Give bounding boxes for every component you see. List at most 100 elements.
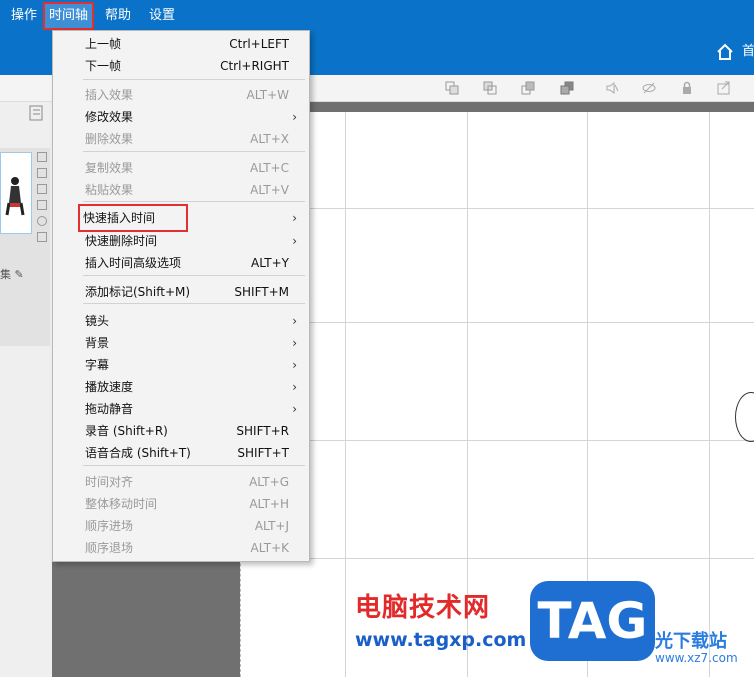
- menu-item-label: 字幕: [85, 358, 110, 372]
- menu-item-18[interactable]: 语音合成 (Shift+T) SHIFT+T: [53, 442, 309, 464]
- menu-item-shortcut: ALT+X: [250, 132, 289, 146]
- menu-item-12[interactable]: 镜头 ›: [53, 310, 309, 332]
- menu-item-10[interactable]: 插入时间高级选项 ALT+Y: [53, 252, 309, 274]
- bring-forward-icon[interactable]: [521, 81, 535, 95]
- watermark-site-url: www.xz7.com: [655, 651, 738, 665]
- grid-line: [241, 440, 754, 441]
- lock-icon[interactable]: [680, 81, 694, 95]
- list-icon[interactable]: [28, 104, 48, 122]
- grid-line: [241, 322, 754, 323]
- watermark-url: www.tagxp.com: [355, 629, 527, 651]
- menu-item-8[interactable]: 快速插入时间 ›: [53, 204, 309, 232]
- submenu-arrow-icon: ›: [292, 234, 297, 248]
- menu-item-label: 插入效果: [85, 88, 134, 102]
- menu-item-label: 复制效果: [85, 161, 134, 175]
- menu-item-6: 复制效果 ALT+C: [53, 157, 309, 179]
- menu-item-shortcut: ALT+G: [249, 475, 289, 489]
- scene-list-panel: 集 ✎: [0, 102, 52, 677]
- star-icon[interactable]: [37, 216, 47, 226]
- menu-item-shortcut: ALT+C: [249, 161, 289, 175]
- send-backward-icon[interactable]: [560, 81, 574, 95]
- menu-item-4[interactable]: 修改效果 ›: [53, 106, 309, 128]
- watermark-site-name: 光下载站: [655, 631, 727, 652]
- watermark: 电脑技术网 www.tagxp.com TAG 光下载站 www.xz7.com: [355, 581, 754, 677]
- watermark-title: 电脑技术网: [355, 593, 491, 623]
- menu-item-label: 删除效果: [85, 132, 134, 146]
- menu-item-3: 插入效果 ALT+W: [53, 84, 309, 106]
- menu-item-14[interactable]: 字幕 ›: [53, 354, 309, 376]
- grid-line: [241, 558, 754, 559]
- menu-timeline[interactable]: 时间轴: [42, 2, 95, 30]
- submenu-arrow-icon: ›: [292, 336, 297, 350]
- menu-item-17[interactable]: 录音 (Shift+R) SHIFT+R: [53, 420, 309, 442]
- menu-item-label: 播放速度: [85, 380, 134, 394]
- menu-item-label: 快速插入时间: [77, 204, 189, 232]
- menu-separator: [83, 79, 305, 80]
- menu-separator: [83, 303, 305, 304]
- menu-item-13[interactable]: 背景 ›: [53, 332, 309, 354]
- menu-item-label: 下一帧: [85, 59, 122, 73]
- menu-item-5: 删除效果 ALT+X: [53, 128, 309, 150]
- menu-help[interactable]: 帮助: [100, 3, 136, 29]
- submenu-arrow-icon: ›: [292, 380, 297, 394]
- menu-separator: [83, 465, 305, 466]
- layer-back-icon[interactable]: [483, 81, 497, 95]
- scene-name: 集 ✎: [0, 268, 24, 281]
- menu-item-label: 插入时间高级选项: [85, 256, 182, 270]
- menu-item-label: 快速删除时间: [85, 234, 158, 248]
- hide-icon[interactable]: [642, 81, 656, 95]
- layer-front-icon[interactable]: [445, 81, 459, 95]
- submenu-arrow-icon: ›: [292, 314, 297, 328]
- menu-item-20: 整体移动时间 ALT+H: [53, 493, 309, 515]
- menu-item-label: 镜头: [85, 314, 110, 328]
- menu-item-shortcut: ALT+V: [250, 183, 289, 197]
- menu-item-label: 拖动静音: [85, 402, 134, 416]
- menu-item-7: 粘贴效果 ALT+V: [53, 179, 309, 201]
- menu-item-2[interactable]: 下一帧 Ctrl+RIGHT: [53, 55, 309, 77]
- scene-thumbnail[interactable]: [0, 152, 32, 234]
- submenu-arrow-icon: ›: [292, 402, 297, 416]
- menu-item-shortcut: ALT+W: [246, 88, 290, 102]
- menu-item-label: 顺序退场: [85, 541, 134, 555]
- menu-item-label: 添加标记(Shift+M): [85, 285, 191, 299]
- home-label: 首: [742, 44, 754, 59]
- menu-item-shortcut: ALT+J: [254, 519, 289, 533]
- menu-item-1[interactable]: 上一帧 Ctrl+LEFT: [53, 33, 309, 55]
- menu-item-label: 录音 (Shift+R): [85, 424, 168, 438]
- duplicate-icon[interactable]: [37, 200, 47, 210]
- menu-item-label: 语音合成 (Shift+T): [85, 446, 191, 460]
- menu-item-shortcut: ALT+Y: [251, 256, 289, 270]
- menu-item-22: 顺序退场 ALT+K: [53, 537, 309, 559]
- menu-item-label: 时间对齐: [85, 475, 134, 489]
- menu-item-label: 背景: [85, 336, 110, 350]
- menu-separator: [83, 201, 305, 202]
- menu-separator: [83, 275, 305, 276]
- export-icon[interactable]: [717, 81, 731, 95]
- menu-item-label: 修改效果: [85, 110, 134, 124]
- menu-item-16[interactable]: 拖动静音 ›: [53, 398, 309, 420]
- menu-item-label: 粘贴效果: [85, 183, 134, 197]
- scene-thumbnail-card[interactable]: 集 ✎: [0, 148, 50, 346]
- menu-item-19: 时间对齐 ALT+G: [53, 471, 309, 493]
- menu-item-label: 顺序进场: [85, 519, 134, 533]
- menu-item-9[interactable]: 快速删除时间 ›: [53, 230, 309, 252]
- menu-separator: [83, 151, 305, 152]
- menu-operation[interactable]: 操作: [6, 3, 42, 29]
- menu-item-shortcut: SHIFT+T: [237, 446, 289, 460]
- delete-icon[interactable]: [37, 168, 47, 178]
- copy-icon[interactable]: [37, 152, 47, 162]
- sound-icon[interactable]: [37, 232, 47, 242]
- menubar: 操作 时间轴 帮助 设置: [0, 0, 754, 32]
- menu-item-11[interactable]: 添加标记(Shift+M) SHIFT+M: [53, 281, 309, 303]
- menu-item-15[interactable]: 播放速度 ›: [53, 376, 309, 398]
- grid-line: [345, 112, 346, 677]
- menu-item-shortcut: Ctrl+LEFT: [229, 37, 289, 51]
- export-scene-icon[interactable]: [37, 184, 47, 194]
- menu-settings[interactable]: 设置: [144, 3, 180, 29]
- menu-item-label: 整体移动时间: [85, 497, 158, 511]
- grid-line: [241, 208, 754, 209]
- home-icon: [717, 43, 733, 60]
- menu-item-shortcut: ALT+H: [249, 497, 289, 511]
- menu-item-21: 顺序进场 ALT+J: [53, 515, 309, 537]
- mute-icon[interactable]: [605, 81, 619, 95]
